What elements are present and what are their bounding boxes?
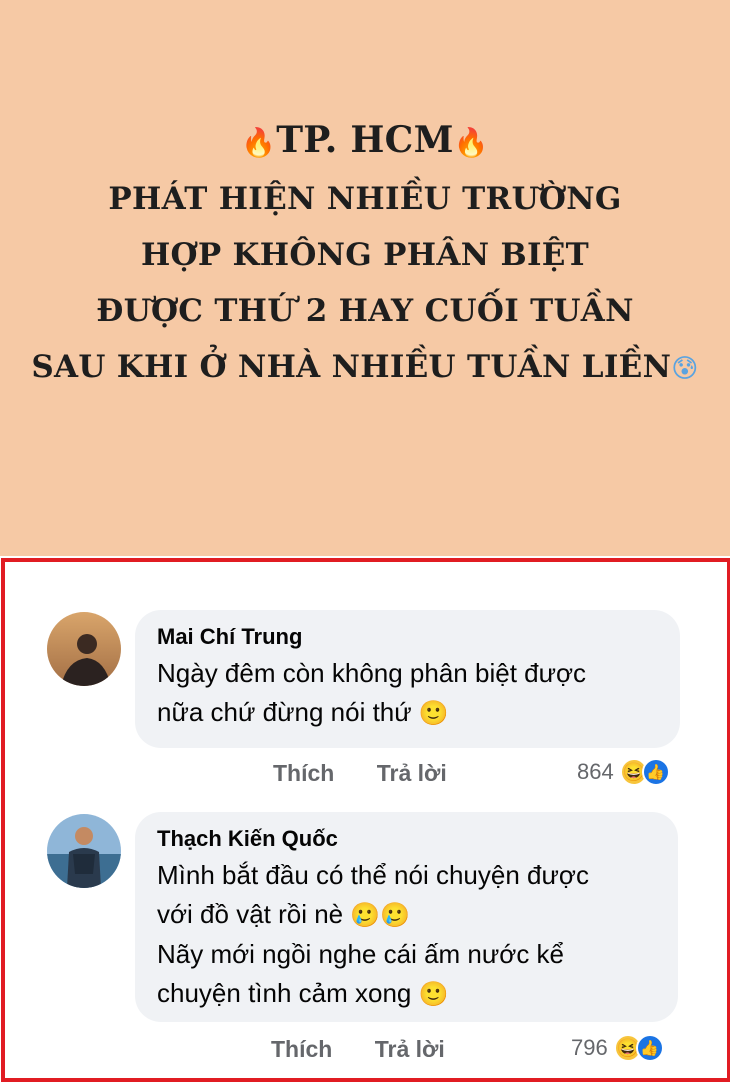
reaction-count: 796 bbox=[571, 1035, 608, 1060]
comment-actions: Thích Trả lời bbox=[273, 760, 447, 787]
comment-author[interactable]: Thạch Kiến Quốc bbox=[157, 826, 656, 852]
post-image-banner: 🔥TP. HCM🔥 PHÁT HIỆN NHIỀU TRƯỜNG HỢP KHÔ… bbox=[0, 0, 730, 556]
reply-button[interactable]: Trả lời bbox=[377, 760, 447, 786]
like-button[interactable]: Thích bbox=[271, 1036, 332, 1062]
slightly-smiling-face-icon: 🙂 bbox=[418, 981, 449, 1008]
avatar[interactable] bbox=[47, 814, 121, 888]
reply-button[interactable]: Trả lời bbox=[375, 1036, 445, 1062]
smiling-face-with-tear-icon: 🥲🥲 bbox=[350, 902, 411, 929]
fire-icon: 🔥 bbox=[453, 126, 489, 159]
comment-text-line: chuyện tình cảm xong bbox=[157, 978, 412, 1008]
comment-text-line: Mình bắt đầu có thể nói chuyện được bbox=[157, 860, 589, 890]
avatar[interactable] bbox=[47, 612, 121, 686]
fearful-face-icon: 😰 bbox=[671, 354, 699, 384]
comment-author[interactable]: Mai Chí Trung bbox=[157, 624, 658, 650]
reaction-count: 864 bbox=[577, 759, 614, 784]
like-button[interactable]: Thích bbox=[273, 760, 334, 786]
comment-actions: Thích Trả lời bbox=[271, 1036, 445, 1063]
comment-bubble: Thạch Kiến Quốc Mình bắt đầu có thể nói … bbox=[135, 812, 678, 1022]
headline-line-4: ĐƯỢC THỨ 2 HAY CUỐI TUẦN bbox=[96, 293, 634, 329]
reaction-summary[interactable]: 864 😆 👍 bbox=[577, 758, 670, 786]
headline-line-1: TP. HCM bbox=[276, 119, 454, 161]
like-icon: 👍 bbox=[641, 758, 670, 786]
comment-bubble: Mai Chí Trung Ngày đêm còn không phân bi… bbox=[135, 610, 680, 748]
comment-text-line: với đồ vật rồi nè bbox=[157, 899, 344, 929]
headline-line-3: HỢP KHÔNG PHÂN BIỆT bbox=[140, 237, 590, 273]
headline-line-2: PHÁT HIỆN NHIỀU TRƯỜNG bbox=[108, 181, 622, 217]
comment-text-line: Ngày đêm còn không phân biệt được bbox=[157, 658, 587, 688]
reaction-summary[interactable]: 796 😆 👍 bbox=[571, 1034, 664, 1062]
banner-headline: 🔥TP. HCM🔥 PHÁT HIỆN NHIỀU TRƯỜNG HỢP KHÔ… bbox=[0, 112, 730, 397]
like-icon: 👍 bbox=[635, 1034, 664, 1062]
slightly-smiling-face-icon: 🙂 bbox=[418, 700, 449, 727]
comment-text-line: nữa chứ đừng nói thứ bbox=[157, 697, 412, 727]
comment-text-line: Nãy mới ngồi nghe cái ấm nước kể bbox=[157, 939, 565, 969]
comments-highlight-frame: Mai Chí Trung Ngày đêm còn không phân bi… bbox=[1, 558, 730, 1082]
fire-icon: 🔥 bbox=[241, 126, 277, 159]
headline-line-5: SAU KHI Ở NHÀ NHIỀU TUẦN LIỀN bbox=[31, 349, 672, 385]
